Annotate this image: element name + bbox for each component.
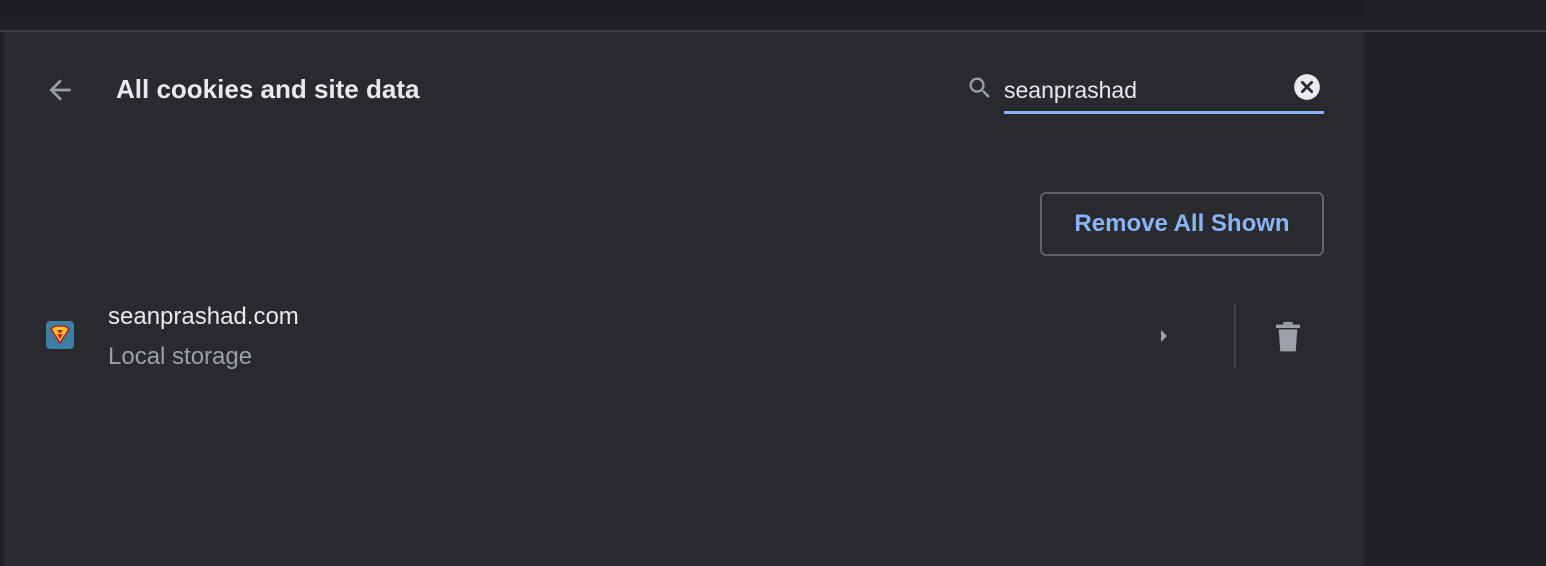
right-gutter [1364,32,1546,566]
search-field [1004,70,1324,114]
search-input[interactable] [1004,70,1284,110]
row-divider [1234,304,1236,368]
clear-icon [1293,73,1321,106]
site-name: seanprashad.com [108,303,299,330]
site-detail: Local storage [108,343,253,370]
arrow-right-icon [1152,324,1176,353]
top-bar [0,0,1364,16]
site-list-item[interactable]: seanprashad.com Local storage [4,288,1364,384]
search-icon [965,73,995,103]
arrow-back-icon [44,74,76,111]
cookies-card: All cookies and site data Remove All Sho… [4,32,1364,566]
superman-favicon [46,321,74,349]
trash-icon [1272,318,1304,359]
expand-site-button[interactable] [1146,320,1182,356]
page-title: All cookies and site data [116,74,420,104]
remove-all-shown-button[interactable]: Remove All Shown [1040,192,1324,256]
back-button[interactable] [40,72,80,112]
clear-search-button[interactable] [1292,73,1322,106]
delete-site-button[interactable] [1266,316,1310,360]
